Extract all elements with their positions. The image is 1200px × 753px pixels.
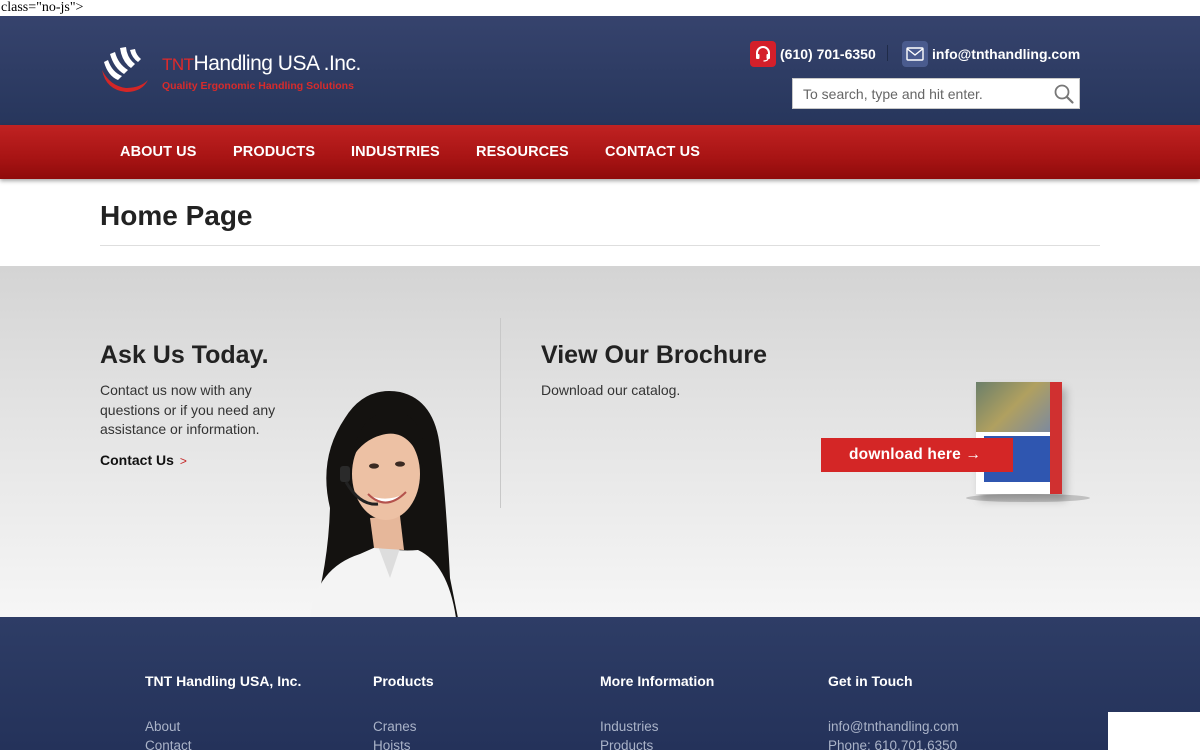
ask-body-line: assistance or information.: [100, 421, 260, 437]
chevron-right-icon: >: [179, 454, 187, 468]
brochure-shadow: [966, 494, 1090, 502]
ask-body: Contact us now with any questions or if …: [100, 381, 275, 440]
brochure-body: Download our catalog.: [541, 382, 681, 398]
download-brochure-button[interactable]: download here →: [821, 438, 1013, 472]
footer-link-products[interactable]: Products: [600, 738, 653, 753]
footer-link-phone[interactable]: Phone: 610.701.6350: [828, 738, 957, 753]
footer-heading-get-in-touch: Get in Touch: [828, 673, 913, 689]
nav-item-products[interactable]: PRODUCTS: [233, 125, 315, 179]
ask-body-line: Contact us now with any: [100, 382, 252, 398]
search-box: [792, 78, 1080, 109]
logo-tagline: Quality Ergonomic Handling Solutions: [162, 80, 354, 92]
headset-icon: [750, 41, 776, 67]
nav-item-resources[interactable]: RESOURCES: [476, 125, 569, 179]
footer-link-email[interactable]: info@tnthandling.com: [828, 719, 959, 734]
footer-link-cranes[interactable]: Cranes: [373, 719, 417, 734]
contact-divider: [887, 45, 888, 61]
brochure-spine: [1050, 382, 1062, 494]
brochure-photo: [976, 382, 1050, 432]
header-phone[interactable]: (610) 701-6350: [750, 40, 876, 68]
page-title: Home Page: [100, 200, 253, 231]
logo-prefix: TNT: [162, 55, 194, 74]
email-address: info@tnthandling.com: [932, 46, 1081, 62]
support-agent-photo: [310, 391, 458, 617]
main-nav: ABOUT US PRODUCTS INDUSTRIES RESOURCES C…: [0, 125, 1200, 179]
site-header: TNTHandling USA .Inc. Quality Ergonomic …: [0, 16, 1200, 125]
site-footer: TNT Handling USA, Inc. About Contact Pro…: [0, 617, 1200, 753]
footer-heading-company: TNT Handling USA, Inc.: [145, 673, 302, 689]
contact-us-label: Contact Us: [100, 452, 174, 468]
site-logo[interactable]: TNTHandling USA .Inc. Quality Ergonomic …: [100, 46, 380, 98]
search-input[interactable]: [793, 79, 1043, 108]
phone-number: (610) 701-6350: [780, 46, 876, 62]
envelope-icon: [902, 41, 928, 67]
brochure-heading: View Our Brochure: [541, 341, 767, 369]
footer-link-contact[interactable]: Contact: [145, 738, 192, 753]
tnt-logo-mark: [102, 47, 148, 92]
stray-markup-text: class="no-js">: [1, 0, 84, 15]
title-divider: [100, 245, 1100, 246]
logo-name: Handling USA .Inc.: [193, 52, 362, 75]
logo-wordmark: TNTHandling USA .Inc.: [162, 52, 361, 76]
footer-link-hoists[interactable]: Hoists: [373, 738, 411, 753]
chat-widget-corner[interactable]: [1108, 712, 1200, 750]
footer-heading-more-info: More Information: [600, 673, 715, 689]
column-divider: [500, 318, 501, 508]
header-email[interactable]: info@tnthandling.com: [902, 40, 1080, 68]
nav-item-about-us[interactable]: ABOUT US: [120, 125, 197, 179]
contact-us-link[interactable]: Contact Us >: [100, 452, 187, 468]
ask-heading: Ask Us Today.: [100, 341, 269, 369]
promo-band: Ask Us Today. Contact us now with any qu…: [0, 266, 1200, 617]
footer-link-industries[interactable]: Industries: [600, 719, 659, 734]
footer-link-about[interactable]: About: [145, 719, 180, 734]
magnifier-icon[interactable]: [1053, 83, 1075, 105]
ask-body-line: questions or if you need any: [100, 401, 276, 418]
nav-item-contact-us[interactable]: CONTACT US: [605, 125, 700, 179]
footer-heading-products: Products: [373, 673, 434, 689]
nav-item-industries[interactable]: INDUSTRIES: [351, 125, 440, 179]
